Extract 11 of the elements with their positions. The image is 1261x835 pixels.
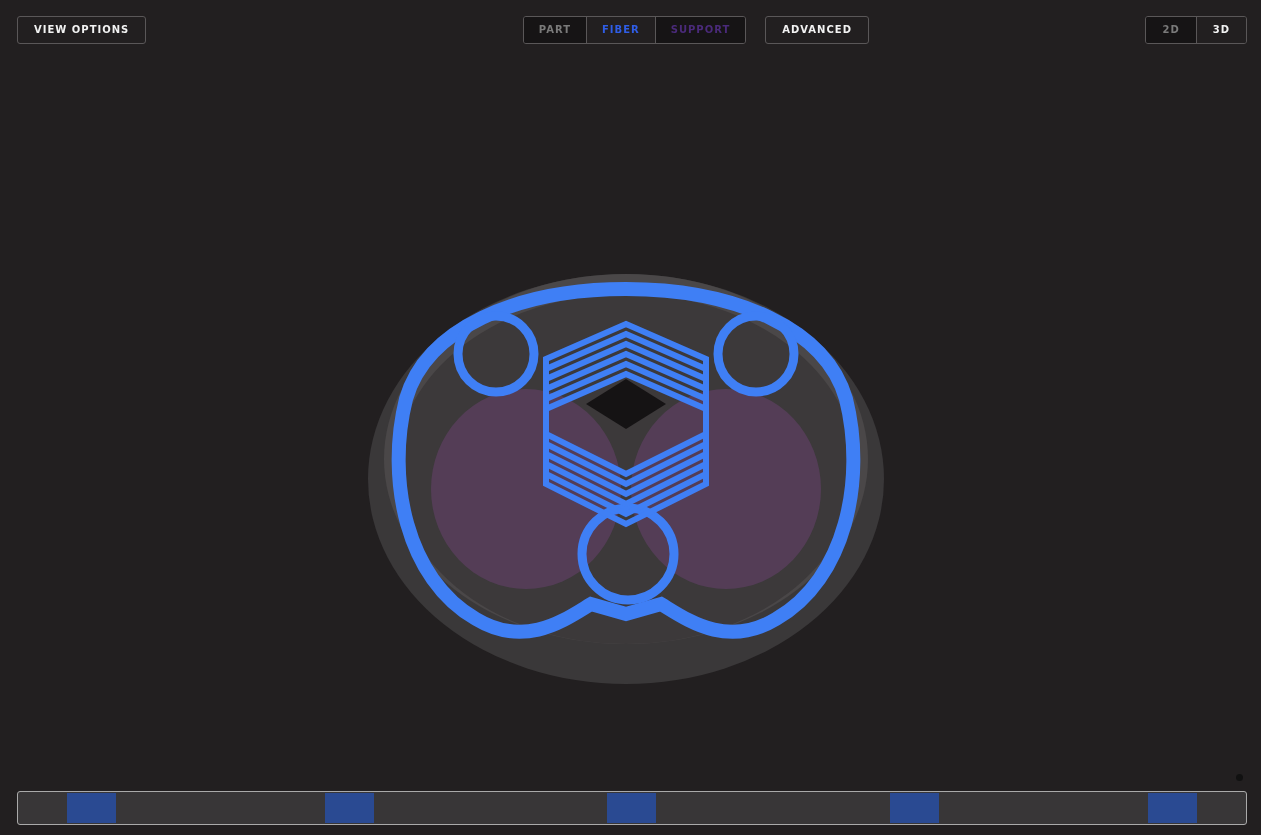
fiber-layer-block xyxy=(889,793,939,823)
layer-timeline[interactable] xyxy=(17,791,1247,825)
fiber-layer-block xyxy=(325,793,374,823)
fiber-layer-block xyxy=(67,793,117,823)
layer-toggle[interactable]: PART xyxy=(523,16,586,43)
view-options-button[interactable]: VIEW OPTIONS xyxy=(17,15,147,44)
view-mode-tab[interactable]: 2D xyxy=(1146,16,1196,43)
fiber-layer-block xyxy=(1147,793,1197,823)
advanced-button[interactable]: ADVANCED xyxy=(765,15,869,44)
view-mode-tab[interactable]: 3D xyxy=(1195,16,1246,43)
fiber-layer-block xyxy=(607,793,657,823)
